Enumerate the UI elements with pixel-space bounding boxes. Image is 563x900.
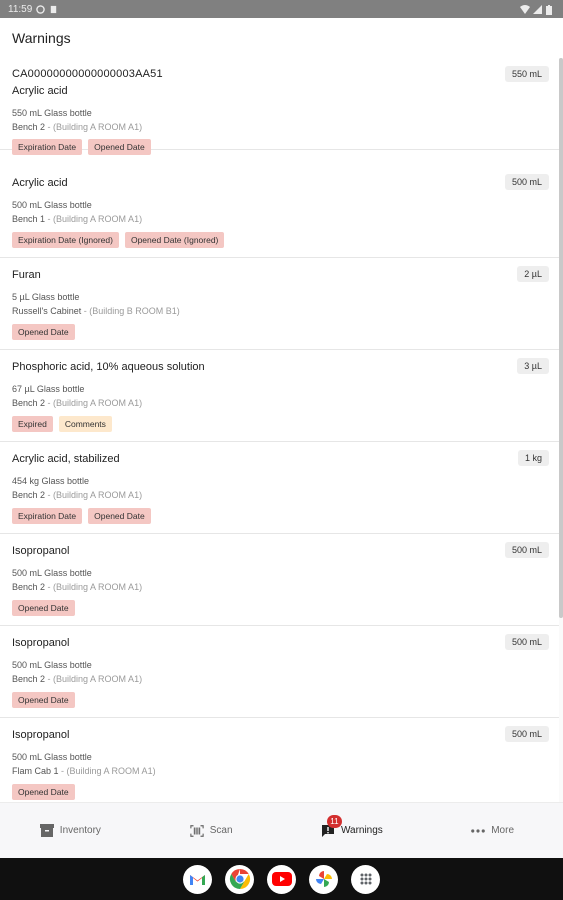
warning-tag: Comments [58, 416, 112, 432]
warning-tags: Opened Date [12, 692, 75, 708]
item-description: 550 mL Glass bottle [12, 108, 92, 118]
gmail-icon[interactable] [183, 864, 212, 894]
warning-tags: Expiration Date (Ignored) Opened Date (I… [12, 232, 225, 248]
item-name: Isopropanol [12, 637, 70, 649]
youtube-icon[interactable] [267, 864, 296, 894]
quantity-badge: 550 mL [504, 66, 549, 82]
warning-tags: Opened Date [12, 600, 75, 616]
item-description: 500 mL Glass bottle [12, 568, 92, 578]
item-location: Bench 2 - (Building A ROOM A1) [12, 582, 143, 592]
warning-tags: Expiration Date Opened Date [12, 508, 151, 524]
item-location: Bench 2 - (Building A ROOM A1) [12, 122, 143, 132]
warning-tags: Opened Date [12, 324, 75, 340]
item-location: Bench 1 - (Building A ROOM A1) [12, 214, 143, 224]
status-bar: 11:59 [0, 0, 563, 18]
item-description: 500 mL Glass bottle [12, 752, 92, 762]
more-dots-icon [471, 824, 486, 838]
item-location: Russell's Cabinet - (Building B ROOM B1) [12, 306, 180, 316]
item-location: Bench 2 - (Building A ROOM A1) [12, 490, 143, 500]
quantity-badge: 500 mL [504, 542, 549, 558]
bottom-navigation: Inventory Scan 11 Warnings More [0, 802, 563, 858]
list-item[interactable]: Isopropanol 500 mL 500 mL Glass bottle F… [0, 718, 559, 802]
signal-icon [533, 4, 542, 14]
app-drawer-icon[interactable] [351, 864, 380, 894]
item-location: Bench 2 - (Building A ROOM A1) [12, 398, 143, 408]
scrollbar[interactable] [559, 58, 563, 802]
nav-scan[interactable]: Scan [141, 803, 282, 858]
scrollbar-thumb[interactable] [559, 58, 563, 618]
warning-count-badge: 11 [326, 814, 342, 828]
warning-tag: Opened Date [12, 692, 75, 708]
item-name: Acrylic acid [12, 177, 68, 189]
nav-inventory[interactable]: Inventory [0, 803, 141, 858]
nav-label: Inventory [59, 825, 101, 836]
item-name: Phosphoric acid, 10% aqueous solution [12, 361, 205, 373]
battery-icon [546, 4, 555, 15]
quantity-badge: 500 mL [504, 634, 549, 650]
item-name: Isopropanol [12, 545, 70, 557]
warning-tag: Expiration Date [12, 139, 83, 155]
warning-tag: Opened Date (Ignored) [124, 232, 225, 248]
warning-tags: Opened Date [12, 784, 75, 800]
quantity-badge: 2 µL [517, 266, 549, 282]
warning-tags: Expired Comments [12, 416, 112, 432]
warning-tag: Opened Date [12, 324, 75, 340]
quantity-badge: 1 kg [517, 450, 549, 466]
sim-status-icon [49, 5, 58, 14]
item-description: 5 µL Glass bottle [12, 292, 80, 302]
item-description: 500 mL Glass bottle [12, 200, 92, 210]
item-description: 454 kg Glass bottle [12, 476, 90, 486]
item-name: Acrylic acid, stabilized [12, 453, 120, 465]
warning-tag: Opened Date [88, 139, 151, 155]
nav-label: More [491, 825, 515, 836]
nav-label: Warnings [340, 825, 383, 836]
item-location: Flam Cab 1 - (Building A ROOM A1) [12, 766, 156, 776]
warning-tag: Opened Date [12, 600, 75, 616]
warning-icon: 11 [321, 814, 342, 838]
item-name: Furan [12, 269, 41, 281]
warnings-list[interactable]: CA00000000000000003AA51 Acrylic acid 550… [0, 58, 563, 802]
item-description: 500 mL Glass bottle [12, 660, 92, 670]
settings-status-icon [36, 4, 46, 14]
warning-tag: Expired [12, 416, 53, 432]
quantity-badge: 3 µL [517, 358, 549, 374]
list-item[interactable]: Acrylic acid, stabilized 1 kg 454 kg Gla… [0, 442, 559, 534]
warning-tag: Opened Date [88, 508, 151, 524]
chrome-icon[interactable] [225, 864, 254, 894]
app-header: Warnings [0, 18, 563, 58]
photos-icon[interactable] [309, 864, 338, 894]
quantity-badge: 500 mL [504, 174, 549, 190]
nav-more[interactable]: More [422, 803, 563, 858]
barcode-scan-icon [190, 824, 204, 838]
item-name: Isopropanol [12, 729, 70, 741]
item-barcode: CA00000000000000003AA51 [12, 68, 163, 80]
status-time: 11:59 [8, 3, 33, 15]
list-item[interactable]: CA00000000000000003AA51 Acrylic acid 550… [0, 58, 559, 155]
list-item[interactable]: Isopropanol 500 mL 500 mL Glass bottle B… [0, 534, 559, 626]
nav-label: Scan [209, 825, 233, 836]
wifi-icon [520, 4, 530, 14]
list-item[interactable]: Isopropanol 500 mL 500 mL Glass bottle B… [0, 626, 559, 718]
nav-warnings[interactable]: 11 Warnings [282, 803, 423, 858]
list-item[interactable]: Furan 2 µL 5 µL Glass bottle Russell's C… [0, 258, 559, 350]
archive-icon [39, 824, 54, 838]
quantity-badge: 500 mL [504, 726, 549, 742]
warning-tag: Expiration Date (Ignored) [12, 232, 119, 248]
item-name: Acrylic acid [12, 85, 68, 97]
warning-tag: Expiration Date [12, 508, 83, 524]
system-dock [0, 858, 563, 900]
item-location: Bench 2 - (Building A ROOM A1) [12, 674, 143, 684]
warning-tag: Opened Date [12, 784, 75, 800]
list-item[interactable]: Phosphoric acid, 10% aqueous solution 3 … [0, 350, 559, 442]
warning-tags: Expiration Date Opened Date [12, 139, 151, 155]
list-item[interactable]: Acrylic acid 500 mL 500 mL Glass bottle … [0, 166, 559, 258]
page-title: Warnings [12, 30, 71, 46]
item-description: 67 µL Glass bottle [12, 384, 85, 394]
